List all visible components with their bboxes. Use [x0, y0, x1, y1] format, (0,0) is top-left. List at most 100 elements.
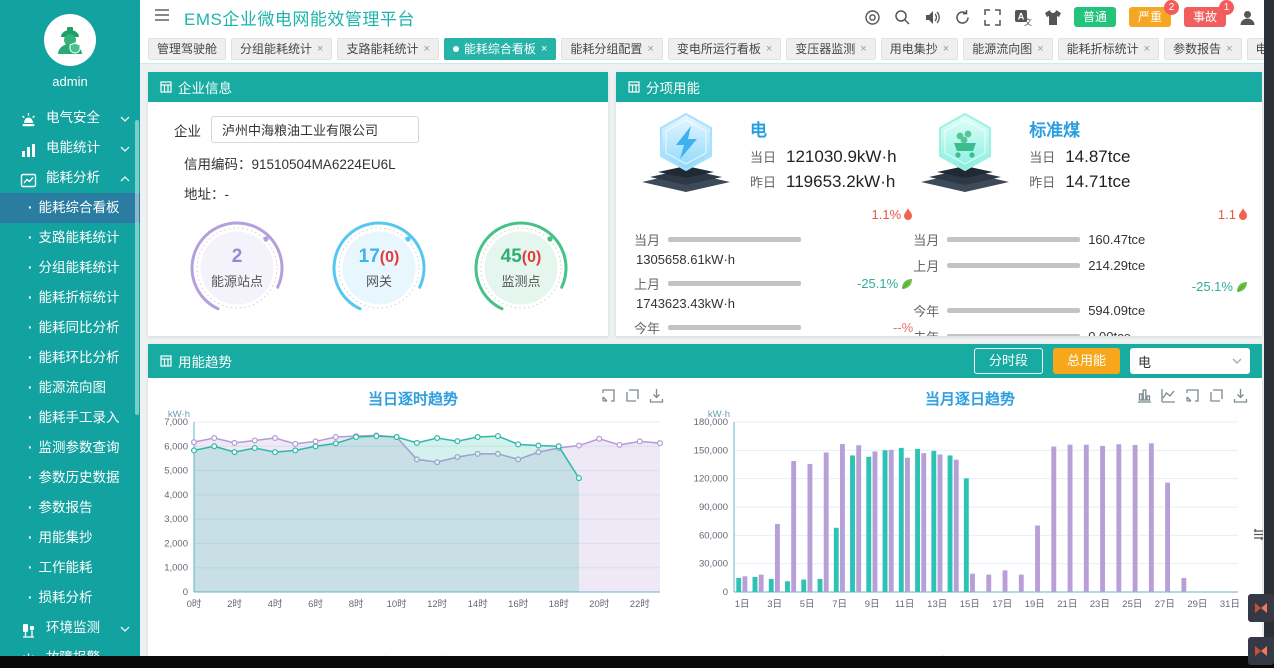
- sidebar-subitem-能耗折标统计[interactable]: 能耗折标统计: [0, 283, 140, 313]
- tab-close-icon[interactable]: ×: [541, 39, 547, 59]
- fullscreen-icon[interactable]: [984, 9, 1001, 26]
- bar-上月-day26: [1149, 443, 1154, 592]
- ring-text: 17(0)网关: [330, 219, 428, 317]
- tab-用电集抄[interactable]: 用电集抄×: [881, 38, 958, 60]
- data-zoom-icon[interactable]: [601, 388, 616, 403]
- tab-能耗折标统计[interactable]: 能耗折标统计×: [1058, 38, 1159, 60]
- sidebar-subitem-损耗分析[interactable]: 损耗分析: [0, 583, 140, 613]
- user-icon[interactable]: [1239, 9, 1256, 26]
- daily-trend-chart: 当月逐日趋势 030,00060,00090,000120,000150,000…: [678, 378, 1262, 662]
- tab-能耗综合看板[interactable]: 能耗综合看板×: [444, 38, 556, 60]
- sidebar-item-电气安全[interactable]: 电气安全: [0, 103, 140, 133]
- collapse-toggle-button[interactable]: [1248, 637, 1274, 665]
- avatar[interactable]: [44, 14, 96, 66]
- svg-text:25日: 25日: [1122, 599, 1142, 610]
- bar-上月-day25: [1133, 445, 1138, 592]
- tab-close-icon[interactable]: ×: [317, 39, 323, 59]
- tab-变压器监测[interactable]: 变压器监测×: [786, 38, 875, 60]
- tab-能源流向图[interactable]: 能源流向图×: [963, 38, 1052, 60]
- volume-icon[interactable]: [924, 9, 941, 26]
- panel-grid-icon: [628, 81, 640, 93]
- restore-icon[interactable]: [625, 388, 640, 403]
- bar-上月-day8: [856, 445, 861, 592]
- bar-当月-day8: [850, 455, 855, 592]
- search-icon[interactable]: [894, 9, 911, 26]
- sidebar-subitem-工作能耗[interactable]: 工作能耗: [0, 553, 140, 583]
- svg-text:0: 0: [183, 587, 188, 598]
- sidebar-subitem-参数报告[interactable]: 参数报告: [0, 493, 140, 523]
- tab-分组能耗统计[interactable]: 分组能耗统计×: [231, 38, 332, 60]
- bar-上月-day20: [1051, 447, 1056, 592]
- tab-close-icon[interactable]: ×: [943, 39, 949, 59]
- download-icon[interactable]: [649, 388, 664, 403]
- sidebar-subitem-分组能耗统计[interactable]: 分组能耗统计: [0, 253, 140, 283]
- day-value: 121030.9kW·h: [786, 147, 897, 167]
- sidebar-subitem-能耗综合看板[interactable]: 能耗综合看板: [0, 193, 140, 223]
- change-indicator: --%: [893, 320, 913, 335]
- company-name-input[interactable]: [211, 116, 419, 143]
- energy-day-row: 昨日14.71tce: [1029, 172, 1130, 192]
- sidebar-subitem-能耗同比分析[interactable]: 能耗同比分析: [0, 313, 140, 343]
- period-button[interactable]: 分时段: [974, 348, 1043, 374]
- tab-close-icon[interactable]: ×: [423, 39, 429, 59]
- translate-icon[interactable]: A文: [1014, 9, 1031, 26]
- bar-chart-svg: 030,00060,00090,000120,000150,000180,000…: [678, 408, 1262, 646]
- progress-track: [947, 237, 1080, 242]
- tab-变电所运行看板[interactable]: 变电所运行看板×: [668, 38, 781, 60]
- tab-close-icon[interactable]: ×: [647, 39, 653, 59]
- sidebar-subitem-能源流向图[interactable]: 能源流向图: [0, 373, 140, 403]
- bar-row-当月: 当月: [634, 230, 913, 249]
- theme-icon[interactable]: [1044, 9, 1061, 26]
- target-icon[interactable]: [864, 9, 881, 26]
- restore-icon[interactable]: [1209, 388, 1224, 403]
- sidebar-subitem-监测参数查询[interactable]: 监测参数查询: [0, 433, 140, 463]
- svg-text:5,000: 5,000: [164, 466, 188, 477]
- refresh-icon[interactable]: [954, 9, 971, 26]
- tab-close-icon[interactable]: ×: [1226, 39, 1232, 59]
- menu-toggle-icon[interactable]: [154, 8, 170, 27]
- sidebar-subitem-用能集抄[interactable]: 用能集抄: [0, 523, 140, 553]
- tab-close-icon[interactable]: ×: [1037, 39, 1043, 59]
- status-badge-severe[interactable]: 严重2: [1129, 7, 1171, 27]
- tab-close-icon[interactable]: ×: [766, 39, 772, 59]
- status-badge-normal[interactable]: 普通: [1074, 7, 1116, 27]
- collapse-toggle-button[interactable]: [1248, 594, 1274, 622]
- sidebar-item-电能统计[interactable]: 电能统计: [0, 133, 140, 163]
- day-label: 昨日: [750, 172, 776, 191]
- energy-type-select[interactable]: 电: [1130, 348, 1250, 374]
- energy-info: 电当日121030.9kW·h昨日119653.2kW·h: [750, 112, 897, 205]
- tab-close-icon[interactable]: ×: [1144, 39, 1150, 59]
- data-zoom-icon[interactable]: [1185, 388, 1200, 403]
- tab-参数报告[interactable]: 参数报告×: [1164, 38, 1241, 60]
- ring-alarm-count: (0): [380, 249, 400, 266]
- sidebar-item-label: 能耗分析: [46, 163, 100, 193]
- status-badge-accident[interactable]: 事故1: [1184, 7, 1226, 27]
- tab-支路能耗统计[interactable]: 支路能耗统计×: [337, 38, 438, 60]
- line-type-icon[interactable]: [1161, 388, 1176, 403]
- bar-row-上月: 上月214.29tce: [913, 256, 1248, 275]
- sidebar-scrollbar[interactable]: [135, 120, 139, 415]
- tab-管理驾驶舱[interactable]: 管理驾驶舱: [148, 38, 226, 60]
- ring-text: 45(0)监测点: [472, 219, 570, 317]
- progress-track: [947, 308, 1080, 313]
- sidebar-subitem-支路能耗统计[interactable]: 支路能耗统计: [0, 223, 140, 253]
- energy-day-row: 当日14.87tce: [1029, 147, 1130, 167]
- sidebar-subitem-能耗手工录入[interactable]: 能耗手工录入: [0, 403, 140, 433]
- bar-type-icon[interactable]: [1137, 388, 1152, 403]
- chevron-up-icon: [120, 163, 130, 193]
- electric-hex-icon: [634, 112, 738, 200]
- sidebar-subitem-参数历史数据[interactable]: 参数历史数据: [0, 463, 140, 493]
- sidebar-subitem-能耗环比分析[interactable]: 能耗环比分析: [0, 343, 140, 373]
- svg-text:120,000: 120,000: [694, 474, 728, 485]
- bar-row-今年: 今年594.09tce: [913, 301, 1248, 320]
- sidebar-item-环境监测[interactable]: 环境监测: [0, 613, 140, 643]
- bar-chart-icon: [20, 140, 37, 157]
- tab-能耗分组配置[interactable]: 能耗分组配置×: [561, 38, 662, 60]
- tab-close-icon[interactable]: ×: [860, 39, 866, 59]
- adjust-handle-icon[interactable]: [1252, 528, 1265, 546]
- bar-value: 1305658.61kW·h: [636, 252, 913, 267]
- sidebar-item-能耗分析[interactable]: 能耗分析: [0, 163, 140, 193]
- total-energy-button[interactable]: 总用能: [1053, 348, 1120, 374]
- download-icon[interactable]: [1233, 388, 1248, 403]
- progress-track: [668, 237, 801, 242]
